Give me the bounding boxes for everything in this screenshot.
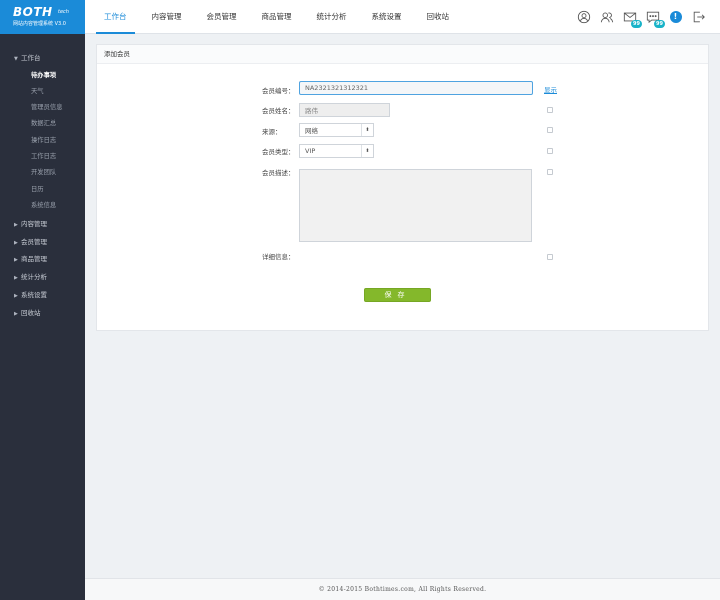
chat-badge: 99	[654, 20, 665, 28]
member-desc-label: 会员描述：	[262, 169, 295, 177]
sidebar-group-label: 会员管理	[21, 238, 47, 246]
member-desc-textarea[interactable]	[299, 169, 532, 242]
select-arrows-icon: ⬍	[361, 124, 373, 136]
member-type-selected-value: VIP	[305, 147, 316, 155]
caret-right-icon: ▶	[14, 275, 18, 281]
alert-icon[interactable]: !	[668, 9, 683, 24]
sidebar-group-label: 内容管理	[21, 220, 47, 228]
chat-icon[interactable]: 99	[645, 9, 665, 28]
detail-info-checkbox[interactable]	[547, 254, 553, 260]
sidebar-item-weather[interactable]: 天气	[31, 86, 44, 95]
footer: © 2014-2015 Bothtimes.com, All Rights Re…	[85, 578, 720, 600]
caret-right-icon: ▶	[14, 222, 18, 228]
logo-main-text: BOTH	[13, 5, 53, 19]
sidebar-item-admin-info[interactable]: 管理员信息	[31, 102, 62, 111]
sidebar-item-system-info[interactable]: 系统信息	[31, 200, 56, 209]
sidebar-item-work-log[interactable]: 工作日志	[31, 151, 56, 160]
member-id-input[interactable]: NA2321321312321	[299, 81, 533, 95]
member-name-input[interactable]: 路伟	[299, 103, 390, 117]
nav-tab-settings[interactable]: 系统设置	[364, 0, 410, 34]
caret-down-icon: ▼	[14, 56, 18, 62]
member-desc-checkbox[interactable]	[547, 169, 553, 175]
sidebar-group-workbench[interactable]: ▼ 工作台	[14, 52, 41, 62]
member-type-label: 会员类型：	[262, 148, 295, 156]
source-selected-value: 网络	[305, 127, 318, 135]
sidebar-group-label: 回收站	[21, 309, 41, 317]
logout-icon[interactable]	[691, 9, 706, 24]
sidebar-item-operation-log[interactable]: 操作日志	[31, 135, 56, 144]
caret-right-icon: ▶	[14, 311, 18, 317]
nav-tab-workbench[interactable]: 工作台	[96, 0, 135, 34]
add-member-panel: 添加会员 会员编号： NA2321321312321 显示 会员姓名： 路伟 来…	[96, 44, 709, 331]
mail-badge: 99	[631, 20, 642, 28]
mail-icon[interactable]: 99	[622, 9, 642, 28]
user-circle-icon[interactable]	[576, 9, 591, 24]
show-link[interactable]: 显示	[544, 84, 557, 94]
nav-tab-members[interactable]: 会员管理	[199, 0, 245, 34]
member-type-select[interactable]: VIP ⬍	[299, 144, 374, 158]
member-name-checkbox[interactable]	[547, 107, 553, 113]
logo-tech-text: tech	[58, 9, 69, 15]
alert-symbol: !	[669, 10, 682, 23]
sidebar: ▼ 工作台 待办事项 天气 管理员信息 数据汇总 操作日志 工作日志 开发团队 日…	[0, 34, 85, 600]
nav-tab-products[interactable]: 商品管理	[254, 0, 300, 34]
sidebar-group-label: 系统设置	[21, 291, 47, 299]
member-name-label: 会员姓名：	[262, 107, 295, 115]
member-type-checkbox[interactable]	[547, 148, 553, 154]
nav-tab-statistics[interactable]: 统计分析	[309, 0, 355, 34]
caret-right-icon: ▶	[14, 293, 18, 299]
source-select[interactable]: 网络 ⬍	[299, 123, 374, 137]
sidebar-group-statistics[interactable]: ▶ 统计分析	[14, 271, 47, 281]
logo-subtitle: 网站内容管理系统 V3.0	[13, 21, 66, 27]
select-arrows-icon: ⬍	[361, 145, 373, 157]
sidebar-group-settings[interactable]: ▶ 系统设置	[14, 289, 47, 299]
sidebar-group-content[interactable]: ▶ 内容管理	[14, 218, 47, 228]
panel-title: 添加会员	[97, 45, 708, 64]
caret-right-icon: ▶	[14, 257, 18, 263]
users-icon[interactable]	[599, 9, 614, 24]
sidebar-group-label: 工作台	[21, 54, 41, 62]
toolbar-icons: 99 99 !	[568, 9, 706, 28]
nav-tab-content[interactable]: 内容管理	[144, 0, 190, 34]
sidebar-item-calendar[interactable]: 日历	[31, 184, 44, 193]
source-checkbox[interactable]	[547, 127, 553, 133]
sidebar-group-members[interactable]: ▶ 会员管理	[14, 236, 47, 246]
detail-info-label: 详细信息：	[262, 253, 295, 261]
logo[interactable]: BOTH tech 网站内容管理系统 V3.0	[0, 0, 85, 34]
sidebar-item-dev-team[interactable]: 开发团队	[31, 167, 56, 176]
caret-right-icon: ▶	[14, 240, 18, 246]
sidebar-group-products[interactable]: ▶ 商品管理	[14, 253, 47, 263]
save-button[interactable]: 保存	[364, 288, 431, 302]
sidebar-item-data-summary[interactable]: 数据汇总	[31, 118, 56, 127]
sidebar-group-label: 商品管理	[21, 255, 47, 263]
source-label: 来源：	[262, 128, 282, 136]
main-nav: 工作台 内容管理 会员管理 商品管理 统计分析 系统设置 回收站	[96, 0, 466, 34]
sidebar-group-label: 统计分析	[21, 273, 47, 281]
top-bar: BOTH tech 网站内容管理系统 V3.0 工作台 内容管理 会员管理 商品…	[0, 0, 720, 34]
sidebar-group-recycle[interactable]: ▶ 回收站	[14, 307, 41, 317]
sidebar-item-todo[interactable]: 待办事项	[31, 70, 56, 79]
nav-tab-recycle[interactable]: 回收站	[419, 0, 458, 34]
member-id-label: 会员编号：	[262, 87, 295, 95]
